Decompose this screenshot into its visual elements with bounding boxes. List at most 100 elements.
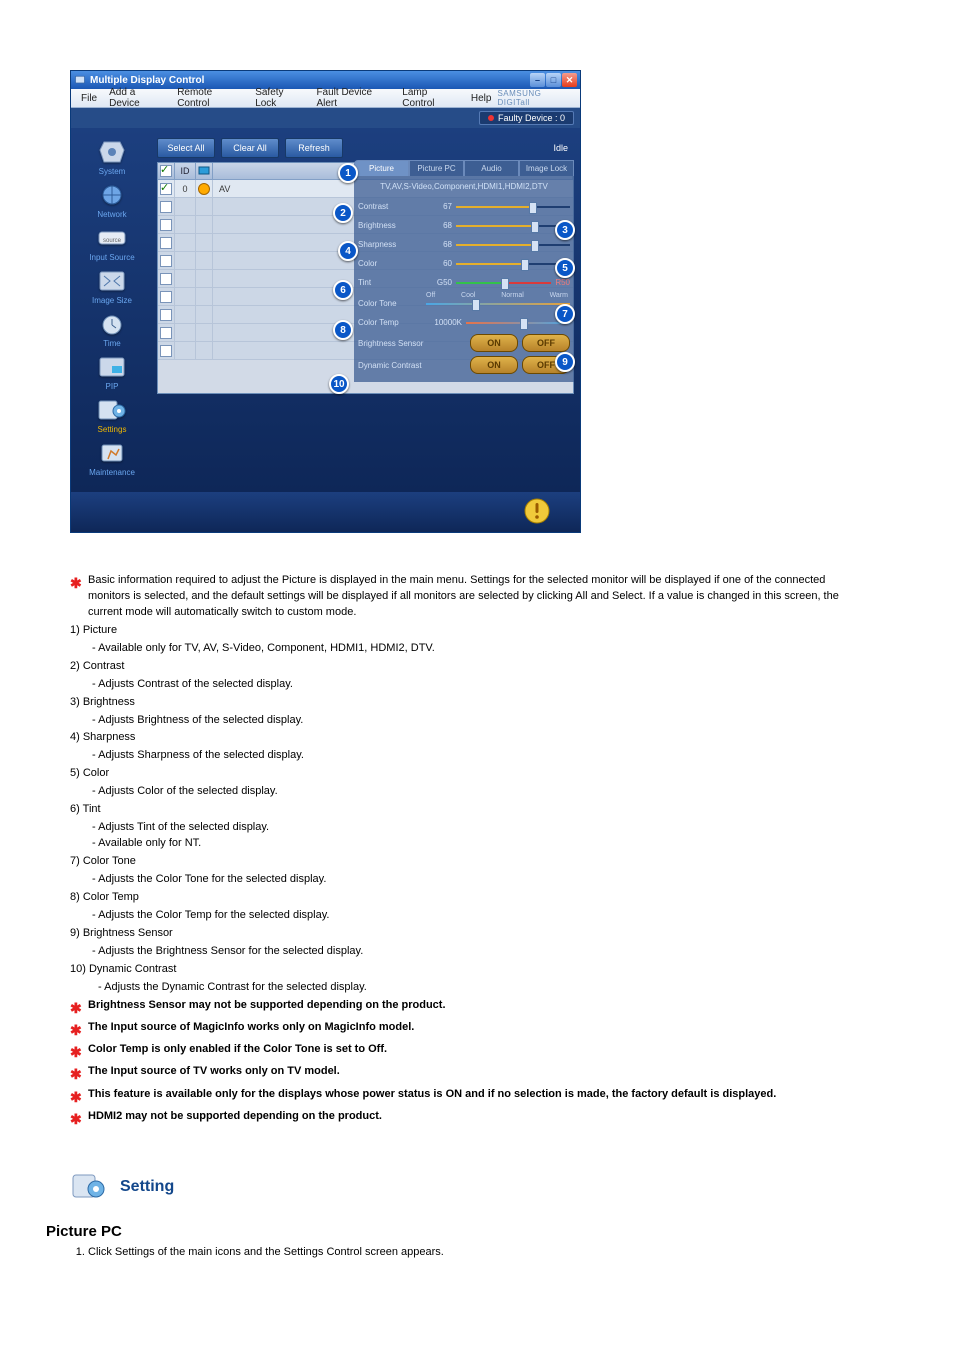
label-dynamic-contrast: Dynamic Contrast bbox=[358, 361, 442, 370]
fault-dot-icon bbox=[488, 115, 494, 121]
maximize-button[interactable]: □ bbox=[546, 73, 561, 87]
menu-safety-lock[interactable]: Safety Lock bbox=[249, 85, 310, 111]
col-id[interactable]: ID bbox=[175, 163, 196, 179]
sidebar-item-maintenance[interactable]: Maintenance bbox=[74, 437, 150, 480]
settings-icon bbox=[97, 397, 127, 423]
num-item-1: 1) Picture bbox=[70, 623, 870, 639]
menu-help[interactable]: Help bbox=[465, 91, 498, 106]
image-size-icon bbox=[98, 270, 126, 292]
menu-remote-control[interactable]: Remote Control bbox=[171, 85, 249, 111]
sidebar-item-time[interactable]: Time bbox=[74, 308, 150, 351]
tab-picture[interactable]: Picture bbox=[354, 160, 409, 176]
value-brightness: 68 bbox=[426, 221, 452, 230]
value-tint-r: R50 bbox=[555, 278, 570, 287]
maintenance-icon bbox=[98, 441, 126, 465]
tab-image-lock[interactable]: Image Lock bbox=[519, 160, 574, 176]
input-source-icon: source bbox=[97, 228, 127, 248]
row-sharpness: Sharpness 68 bbox=[358, 235, 570, 254]
faulty-device-pill[interactable]: Faulty Device : 0 bbox=[479, 111, 574, 125]
menu-bar: File Add a Device Remote Control Safety … bbox=[71, 89, 580, 108]
time-icon bbox=[99, 312, 125, 336]
steps-list: Click Settings of the main icons and the… bbox=[88, 1246, 894, 1258]
sidebar-label: Settings bbox=[98, 425, 127, 434]
label-brightness-sensor: Brightness Sensor bbox=[358, 339, 442, 348]
application-window: Multiple Display Control – □ ✕ File Add … bbox=[70, 70, 581, 533]
window-title: Multiple Display Control bbox=[90, 75, 204, 86]
row-checkbox[interactable] bbox=[160, 255, 172, 267]
label-tint: Tint bbox=[358, 278, 422, 287]
callout-7: 7 bbox=[555, 304, 575, 324]
num-item-9: 9) Brightness Sensor bbox=[70, 926, 870, 942]
slider-color[interactable] bbox=[456, 260, 570, 268]
menu-add-device[interactable]: Add a Device bbox=[103, 85, 171, 111]
row-contrast: Contrast 67 bbox=[358, 197, 570, 216]
clear-all-button[interactable]: Clear All bbox=[221, 138, 279, 158]
tab-audio[interactable]: Audio bbox=[464, 160, 519, 176]
sidebar-label: Input Source bbox=[89, 253, 134, 262]
slider-color-tone[interactable] bbox=[426, 300, 570, 308]
row-checkbox[interactable] bbox=[160, 273, 172, 285]
svg-text:source: source bbox=[103, 238, 122, 244]
label-brightness: Brightness bbox=[358, 221, 422, 230]
label-color: Color bbox=[358, 259, 422, 268]
refresh-button[interactable]: Refresh bbox=[285, 138, 343, 158]
menu-file[interactable]: File bbox=[75, 91, 103, 106]
close-button[interactable]: ✕ bbox=[562, 73, 577, 87]
sidebar-item-pip[interactable]: PIP bbox=[74, 351, 150, 394]
select-all-button[interactable]: Select All bbox=[157, 138, 215, 158]
row-checkbox[interactable] bbox=[160, 237, 172, 249]
row-checkbox[interactable] bbox=[160, 291, 172, 303]
menu-lamp-control[interactable]: Lamp Control bbox=[396, 85, 465, 111]
star-icon: ✱ bbox=[70, 573, 84, 621]
sidebar-item-input-source[interactable]: source Input Source bbox=[74, 222, 150, 265]
brightness-sensor-on-button[interactable]: ON bbox=[470, 334, 518, 352]
row-checkbox[interactable] bbox=[160, 201, 172, 213]
callout-5: 5 bbox=[555, 258, 575, 278]
cell-id: 0 bbox=[175, 180, 196, 197]
header-checkbox[interactable] bbox=[160, 165, 172, 177]
num-item-3: 3) Brightness bbox=[70, 695, 870, 711]
slider-tint[interactable] bbox=[456, 279, 551, 287]
brightness-sensor-off-button[interactable]: OFF bbox=[522, 334, 570, 352]
sidebar-label: Maintenance bbox=[89, 468, 135, 477]
menu-fault-device-alert[interactable]: Fault Device Alert bbox=[310, 85, 396, 111]
brand-label: SAMSUNG DIGITall bbox=[497, 89, 576, 107]
num-item-6: 6) Tint bbox=[70, 802, 870, 818]
app-body: System Network source Input Source Image… bbox=[71, 128, 580, 492]
sidebar-item-image-size[interactable]: Image Size bbox=[74, 265, 150, 308]
num-item-8: 8) Color Temp bbox=[70, 890, 870, 906]
dynamic-contrast-on-button[interactable]: ON bbox=[470, 356, 518, 374]
settings-panel: Picture Picture PC Audio Image Lock TV,A… bbox=[354, 160, 574, 382]
row-checkbox[interactable] bbox=[160, 219, 172, 231]
slider-sharpness[interactable] bbox=[456, 241, 570, 249]
value-color: 60 bbox=[426, 259, 452, 268]
sidebar-item-network[interactable]: Network bbox=[74, 179, 150, 222]
num-item-4: 4) Sharpness bbox=[70, 730, 870, 746]
sidebar-label: Network bbox=[97, 210, 126, 219]
label-color-tone: Color Tone bbox=[358, 299, 422, 308]
value-sharpness: 68 bbox=[426, 240, 452, 249]
value-contrast: 67 bbox=[426, 202, 452, 211]
slider-contrast[interactable] bbox=[456, 203, 570, 211]
callout-10: 10 bbox=[329, 374, 349, 394]
tab-picture-pc[interactable]: Picture PC bbox=[409, 160, 464, 176]
slider-brightness[interactable] bbox=[456, 222, 570, 230]
status-idle: Idle bbox=[553, 143, 574, 153]
value-color-temp: 10000K bbox=[426, 318, 462, 327]
note-5: This feature is available only for the d… bbox=[88, 1087, 870, 1107]
star-icon: ✱ bbox=[70, 1020, 84, 1040]
star-icon: ✱ bbox=[70, 1042, 84, 1062]
sidebar-item-settings[interactable]: Settings bbox=[74, 394, 150, 437]
value-tint-g: G50 bbox=[426, 278, 452, 287]
warning-icon bbox=[522, 496, 552, 526]
row-checkbox[interactable] bbox=[160, 327, 172, 339]
minimize-button[interactable]: – bbox=[530, 73, 545, 87]
slider-color-temp[interactable] bbox=[466, 319, 570, 327]
row-checkbox[interactable] bbox=[160, 183, 172, 195]
label-contrast: Contrast bbox=[358, 202, 422, 211]
app-footer bbox=[71, 492, 580, 532]
row-checkbox[interactable] bbox=[160, 345, 172, 357]
row-color: Color 60 bbox=[358, 254, 570, 273]
sidebar-item-system[interactable]: System bbox=[74, 136, 150, 179]
row-checkbox[interactable] bbox=[160, 309, 172, 321]
